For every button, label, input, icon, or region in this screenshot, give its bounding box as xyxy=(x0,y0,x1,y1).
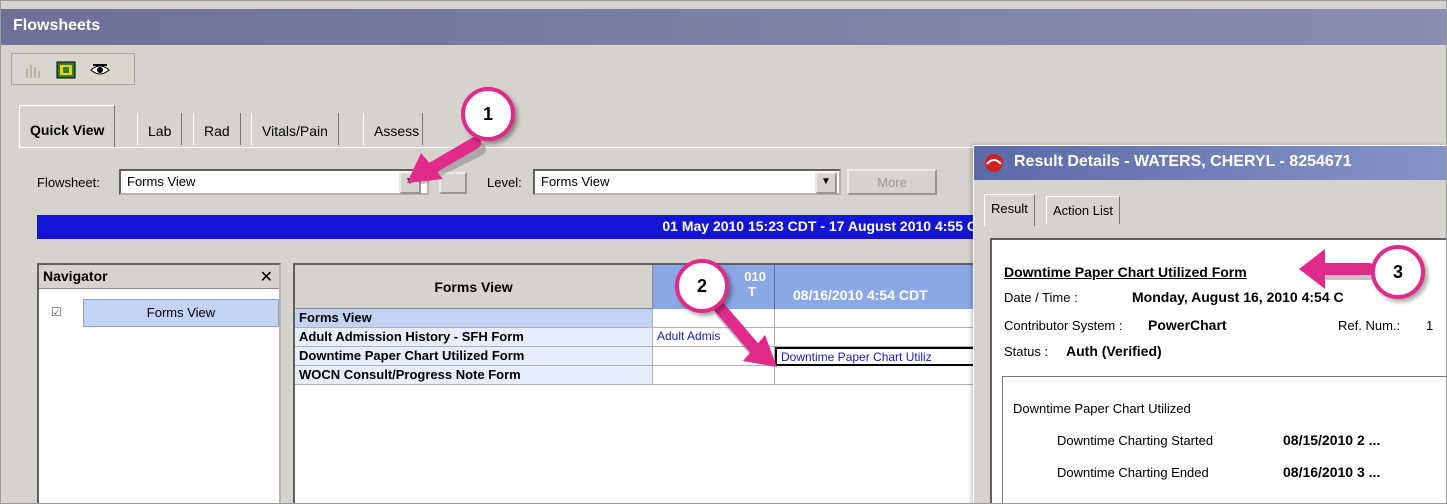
table-row: Adult Admission History - SFH Form Adult… xyxy=(295,328,981,347)
row-cell[interactable] xyxy=(653,347,775,366)
toolbar-buttons xyxy=(11,53,135,85)
toolbar xyxy=(1,45,1446,95)
row-cell[interactable] xyxy=(653,366,775,385)
close-icon[interactable]: ✕ xyxy=(260,267,273,287)
datetime-label: Date / Time : xyxy=(1004,290,1078,305)
field-label: Downtime Charting Started xyxy=(1057,433,1214,448)
tab-result[interactable]: Result xyxy=(984,194,1035,226)
row-name: Forms View xyxy=(295,309,653,328)
grid-header-forms: Forms View xyxy=(295,265,653,309)
contributor-label: Contributor System : xyxy=(1004,318,1123,333)
table-row: Downtime Paper Chart Utilized Form Downt… xyxy=(295,347,981,366)
tab-rad[interactable]: Rad xyxy=(193,113,241,145)
status-value: Auth (Verified) xyxy=(1066,343,1162,359)
row-name: Downtime Paper Chart Utilized Form xyxy=(295,347,653,366)
navigator-title: Navigator xyxy=(43,268,108,284)
field-value: 08/15/2010 2 ... xyxy=(1283,432,1381,448)
flowsheet-label: Flowsheet: xyxy=(37,175,100,190)
level-label: Level: xyxy=(487,175,522,190)
chart-icon[interactable] xyxy=(24,61,44,79)
ref-num-value: 1 xyxy=(1426,318,1434,333)
dialog-title: Result Details - WATERS, CHERYL - 825467… xyxy=(974,146,1446,180)
row-cell[interactable] xyxy=(775,328,981,347)
row-cell-link-selected[interactable]: Downtime Paper Chart Utiliz xyxy=(775,347,981,366)
forms-grid: Forms View 010 T 08/16/2010 4:54 CDT For… xyxy=(293,263,983,503)
level-dropdown-button[interactable]: ▼ xyxy=(815,172,837,194)
row-cell[interactable] xyxy=(775,366,981,385)
row-name: Adult Admission History - SFH Form xyxy=(295,328,653,347)
callout-1: 1 xyxy=(461,87,515,141)
date-range-bar: 01 May 2010 15:23 CDT - 17 August 2010 4… xyxy=(37,215,977,239)
level-select[interactable]: Forms View xyxy=(533,169,841,195)
form-title[interactable]: Downtime Paper Chart Utilized Form xyxy=(1004,264,1247,280)
window-title: Flowsheets xyxy=(1,9,1446,45)
navigator-panel: Navigator ✕ ☑ Forms View xyxy=(37,263,281,503)
tab-quick-view[interactable]: Quick View xyxy=(19,105,116,147)
field-label: Downtime Charting Ended xyxy=(1057,465,1209,480)
row-cell-link[interactable]: Adult Admis xyxy=(653,328,775,347)
contributor-value: PowerChart xyxy=(1148,317,1227,333)
tab-action-list[interactable]: Action List xyxy=(1046,196,1120,224)
row-name: WOCN Consult/Progress Note Form xyxy=(295,366,653,385)
field-value: 08/16/2010 3 ... xyxy=(1283,464,1381,480)
table-row: Forms View xyxy=(295,309,981,328)
flowsheet-dropdown-button[interactable]: ▼ xyxy=(399,172,421,194)
form-details-box: Downtime Paper Chart Utilized Downtime C… xyxy=(1002,376,1446,503)
flowsheet-extra-button[interactable] xyxy=(439,172,467,194)
flowsheets-window: Flowsheets Quick View Lab Rad Vitals/Pai… xyxy=(0,0,1447,504)
row-cell[interactable] xyxy=(775,309,981,328)
grid-view-icon[interactable] xyxy=(56,61,76,79)
callout-2: 2 xyxy=(675,259,729,313)
datetime-value: Monday, August 16, 2010 4:54 C xyxy=(1132,289,1344,305)
ref-num-label: Ref. Num.: xyxy=(1338,318,1401,333)
status-label: Status : xyxy=(1004,344,1049,359)
callout-3: 3 xyxy=(1371,245,1425,299)
tab-assess[interactable]: Assess xyxy=(363,113,423,145)
checkbox-icon[interactable]: ☑ xyxy=(51,305,62,319)
powerchart-icon xyxy=(985,154,1003,172)
result-details-dialog: Result Details - WATERS, CHERYL - 825467… xyxy=(973,145,1446,503)
navigator-item-forms-view[interactable]: ☑ Forms View xyxy=(43,299,279,327)
more-button[interactable]: More xyxy=(847,169,937,195)
tab-vitals-pain[interactable]: Vitals/Pain xyxy=(251,113,339,145)
table-row: WOCN Consult/Progress Note Form xyxy=(295,366,981,385)
eye-view-icon[interactable] xyxy=(90,61,110,79)
flowsheet-select[interactable]: Forms View xyxy=(119,169,429,195)
navigator-item-label[interactable]: Forms View xyxy=(83,299,279,327)
row-cell[interactable] xyxy=(653,309,775,328)
tab-lab[interactable]: Lab xyxy=(137,113,183,145)
grid-header-col2[interactable]: 08/16/2010 4:54 CDT xyxy=(775,265,981,309)
section-title: Downtime Paper Chart Utilized xyxy=(1013,401,1191,416)
navigator-header: Navigator ✕ xyxy=(39,265,279,289)
